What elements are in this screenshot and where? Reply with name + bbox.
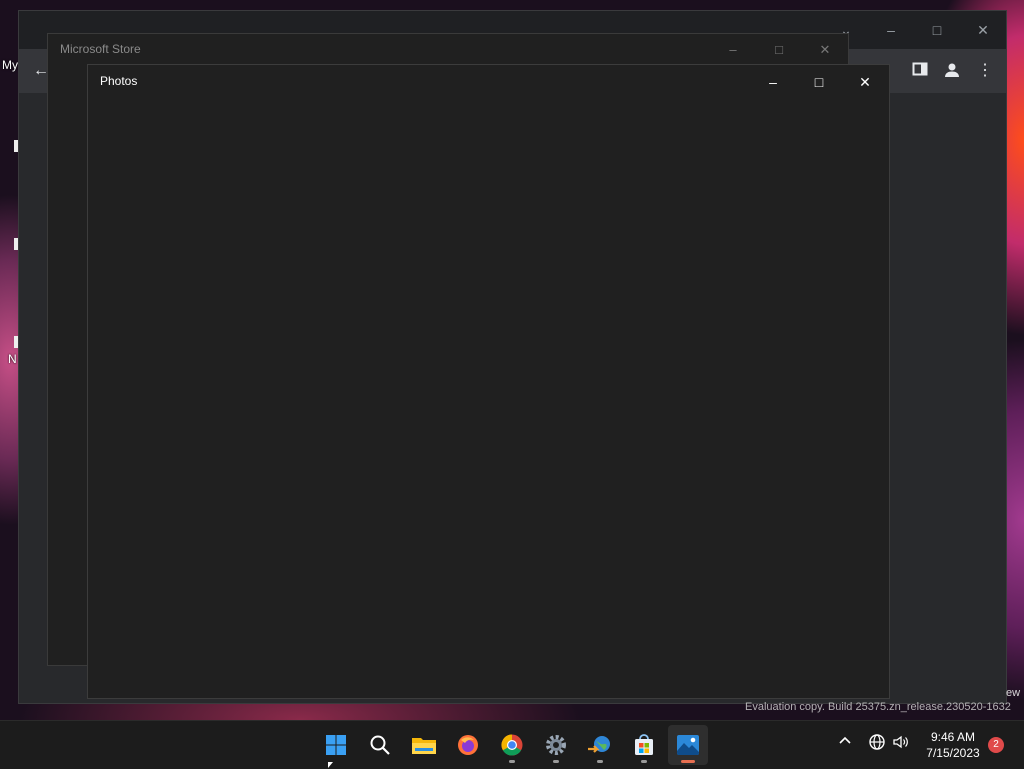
globe-arrow-icon: [588, 736, 610, 753]
window-title: Microsoft Store: [60, 42, 141, 56]
search-button[interactable]: [360, 725, 400, 765]
close-button[interactable]: ✕: [810, 40, 840, 60]
clock-time: 9:46 AM: [930, 730, 976, 744]
close-button[interactable]: ✕: [968, 19, 998, 41]
firefox-button[interactable]: [448, 725, 488, 765]
maximize-button[interactable]: □: [764, 40, 794, 60]
settings-button[interactable]: [536, 725, 576, 765]
network-app-button[interactable]: [580, 725, 620, 765]
maximize-button[interactable]: □: [922, 19, 952, 41]
person-icon[interactable]: [942, 61, 962, 81]
network-icon[interactable]: [868, 733, 886, 754]
running-indicator: [553, 760, 559, 763]
minimize-button[interactable]: –: [751, 69, 795, 95]
evaluation-watermark: Evaluation copy. Build 25375.zn_release.…: [745, 701, 1011, 713]
minimize-button[interactable]: –: [718, 40, 748, 60]
chrome-button[interactable]: [492, 725, 532, 765]
notification-badge[interactable]: 2: [988, 737, 1004, 753]
mouse-cursor: [328, 762, 333, 768]
taskbar: 9:46 AM 7/15/2023 2: [0, 720, 1024, 769]
running-indicator: [509, 760, 515, 763]
windows-logo-icon: [326, 735, 346, 755]
gear-icon: [546, 735, 566, 755]
desktop-icon-label[interactable]: N: [8, 352, 17, 366]
running-indicator: [597, 760, 603, 763]
volume-icon[interactable]: [892, 733, 910, 754]
desktop: My N ⌄ – □ ✕ ← ⋮ Microsoft Store – □ ✕ P: [0, 0, 1024, 720]
search-icon: [370, 735, 390, 755]
microsoft-store-button[interactable]: [624, 725, 664, 765]
photos-icon: [677, 735, 699, 755]
folder-icon: [412, 738, 436, 754]
maximize-button[interactable]: □: [797, 69, 841, 95]
photos-window[interactable]: Photos – □ ✕: [87, 64, 890, 699]
desktop-icon-label[interactable]: My: [2, 58, 18, 72]
running-indicator: [681, 760, 695, 763]
close-button[interactable]: ✕: [843, 69, 887, 95]
photos-button[interactable]: [668, 725, 708, 765]
clock[interactable]: 9:46 AM 7/15/2023: [918, 729, 988, 761]
file-explorer-button[interactable]: [404, 725, 444, 765]
firefox-icon: [458, 735, 478, 755]
clock-date: 7/15/2023: [926, 746, 980, 760]
kebab-menu-icon[interactable]: ⋮: [975, 61, 995, 81]
start-button[interactable]: [316, 725, 356, 765]
chrome-icon: [501, 734, 523, 756]
watermark-fragment: ew: [1006, 687, 1021, 699]
chevron-up-icon[interactable]: [838, 733, 852, 750]
window-title: Photos: [100, 74, 138, 88]
running-indicator: [641, 760, 647, 763]
store-bag-icon: [635, 734, 653, 755]
minimize-button[interactable]: –: [876, 19, 906, 41]
side-panel-icon[interactable]: [910, 61, 930, 81]
